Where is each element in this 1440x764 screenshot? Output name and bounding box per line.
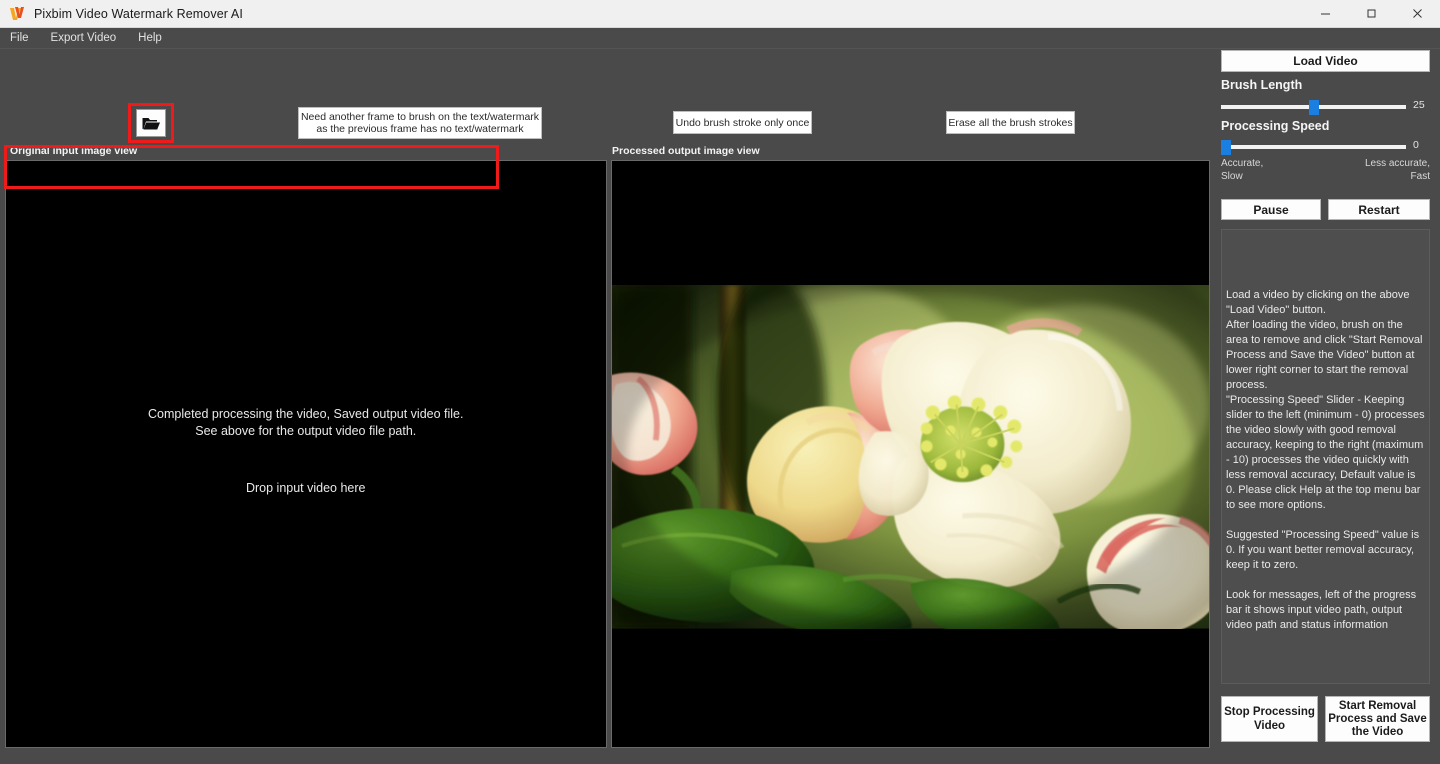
legend-slow-label: Slow [1221, 170, 1243, 182]
processed-output-image-view[interactable] [610, 160, 1210, 748]
minimize-icon[interactable] [1302, 0, 1348, 27]
start-removal-process-button[interactable]: Start Removal Process and Save the Video [1325, 696, 1430, 742]
start-button-line-2: Process and Save [1328, 712, 1427, 725]
close-icon[interactable] [1394, 0, 1440, 27]
stop-button-line-1: Stop Processing [1224, 706, 1315, 718]
help-text-panel[interactable]: Load a video by clicking on the above "L… [1221, 229, 1430, 684]
panel-label-row: Original input image view Processed outp… [0, 143, 1210, 160]
open-folder-button[interactable] [136, 109, 166, 137]
brush-length-value: 25 [1413, 99, 1425, 111]
original-input-image-view[interactable]: Completed processing the video, Saved ou… [5, 160, 607, 748]
help-spacer-1 [1226, 513, 1427, 528]
input-completion-message: Completed processing the video, Saved ou… [6, 406, 606, 440]
output-view-label: Processed output image view [612, 145, 760, 157]
load-video-button[interactable]: Load Video [1221, 50, 1430, 72]
views-container: Completed processing the video, Saved ou… [0, 160, 1210, 764]
maximize-icon[interactable] [1348, 0, 1394, 27]
brush-length-slider-thumb[interactable] [1308, 100, 1319, 115]
input-message-line-2: See above for the output video file path… [195, 424, 417, 438]
legend-accurate-label: Accurate, [1221, 158, 1264, 169]
flower-video-still [611, 285, 1209, 629]
help-text-content: Load a video by clicking on the above "L… [1226, 288, 1427, 633]
legend-less-accurate-label: Less accurate, [1364, 158, 1430, 169]
processing-speed-slider-track[interactable] [1221, 145, 1406, 149]
pixbim-logo-icon [6, 4, 32, 24]
processing-speed-legend: Accurate, Less accurate, Slow Fast [1221, 158, 1430, 183]
processing-speed-label: Processing Speed [1221, 119, 1330, 133]
menu-item-help[interactable]: Help [136, 31, 164, 45]
title-bar: Pixbim Video Watermark Remover AI [0, 0, 1440, 28]
brush-length-label: Brush Length [1221, 78, 1303, 92]
menu-item-export-video[interactable]: Export Video [49, 31, 119, 45]
start-button-line-1: Start Removal [1338, 699, 1417, 712]
help-spacer-2 [1226, 573, 1427, 588]
processing-speed-value: 0 [1413, 139, 1419, 151]
menu-bar: File Export Video Help [0, 28, 1440, 48]
stop-processing-video-button[interactable]: Stop Processing Video [1221, 696, 1318, 742]
legend-fast-label: Fast [1410, 170, 1430, 182]
output-video-frame [611, 285, 1209, 630]
frame-hint-box: Need another frame to brush on the text/… [298, 107, 542, 139]
frame-hint-line-2: as the previous frame has no text/waterm… [316, 123, 524, 135]
frame-hint-line-1: Need another frame to brush on the text/… [300, 110, 540, 123]
stop-button-line-2: Video [1253, 720, 1286, 732]
input-view-label: Original input image view [10, 145, 138, 157]
window-controls [1302, 0, 1440, 27]
menu-item-file[interactable]: File [8, 31, 31, 45]
video-panels: Original input image view Processed outp… [0, 143, 1210, 764]
help-paragraph-2: After loading the video, brush on the ar… [1226, 319, 1423, 391]
processing-speed-slider-thumb[interactable] [1221, 140, 1231, 155]
undo-brush-stroke-button[interactable]: Undo brush stroke only once [673, 111, 812, 134]
window-title: Pixbim Video Watermark Remover AI [34, 6, 243, 21]
help-paragraph-1: Load a video by clicking on the above "L… [1226, 289, 1410, 316]
help-paragraph-4: Suggested "Processing Speed" value is 0.… [1226, 529, 1420, 571]
application-window: Pixbim Video Watermark Remover AI File E… [0, 0, 1440, 764]
restart-button[interactable]: Restart [1328, 199, 1430, 220]
input-message-line-1: Completed processing the video, Saved ou… [148, 407, 464, 421]
help-paragraph-5: Look for messages, left of the progress … [1226, 589, 1417, 631]
pause-button[interactable]: Pause [1221, 199, 1321, 220]
drop-input-video-hint: Drop input video here [245, 481, 366, 495]
open-folder-icon [142, 117, 160, 129]
erase-brush-strokes-button[interactable]: Erase all the brush strokes [946, 111, 1075, 134]
help-paragraph-3: "Processing Speed" Slider - Keeping slid… [1226, 394, 1425, 511]
start-button-line-3: the Video [1351, 725, 1404, 738]
